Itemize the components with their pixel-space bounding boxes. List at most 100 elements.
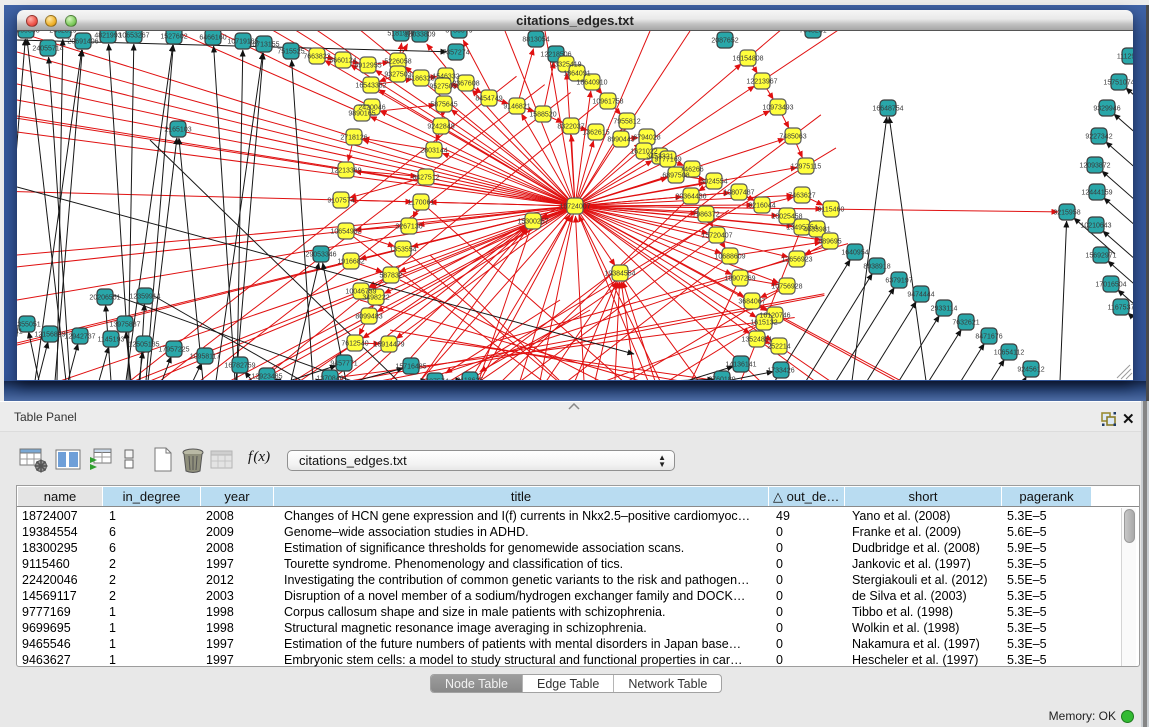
svg-text:15692971: 15692971 (1085, 253, 1116, 260)
svg-text:2462819: 2462819 (49, 31, 76, 35)
svg-text:6897508: 6897508 (662, 173, 689, 180)
svg-text:13524851: 13524851 (741, 337, 772, 344)
svg-text:16648754: 16648754 (872, 106, 903, 113)
svg-text:15720407: 15720407 (701, 233, 732, 240)
svg-text:29053346: 29053346 (305, 252, 336, 259)
svg-text:1355051: 1355051 (17, 322, 41, 329)
svg-text:8471676: 8471676 (975, 334, 1002, 341)
svg-text:7632621: 7632621 (952, 320, 979, 327)
svg-text:24055714: 24055714 (32, 46, 63, 53)
svg-text:1370846: 1370846 (316, 376, 343, 381)
svg-text:9245612: 9245612 (1017, 367, 1044, 374)
svg-text:10210643: 10210643 (1080, 223, 1111, 230)
svg-text:12444159: 12444159 (1081, 190, 1112, 197)
svg-text:8216044: 8216044 (748, 203, 775, 210)
svg-text:16033809: 16033809 (404, 32, 435, 39)
svg-text:1145193: 1145193 (98, 337, 125, 344)
svg-text:17016504: 17016504 (1095, 282, 1126, 289)
svg-text:9329946: 9329946 (1093, 106, 1120, 113)
svg-text:3684067: 3684067 (738, 299, 765, 306)
svg-text:7986372: 7986372 (692, 212, 719, 219)
svg-text:10025458: 10025458 (771, 214, 802, 221)
svg-text:16914479: 16914479 (373, 342, 404, 349)
svg-text:7515525: 7515525 (277, 49, 304, 56)
svg-text:9777169: 9777169 (654, 157, 681, 164)
svg-text:8099483: 8099483 (355, 314, 382, 321)
svg-text:3915141: 3915141 (17, 329, 23, 336)
svg-text:8938918: 8938918 (863, 264, 890, 271)
svg-text:14136141: 14136141 (725, 362, 756, 369)
svg-text:252214: 252214 (767, 344, 790, 351)
svg-text:9890165: 9890165 (348, 111, 375, 118)
svg-text:10654932: 10654932 (330, 229, 361, 236)
svg-text:20691406: 20691406 (67, 39, 98, 46)
svg-text:9107574: 9107574 (327, 198, 354, 205)
svg-text:7663822: 7663822 (303, 54, 330, 61)
svg-text:12505135: 12505135 (128, 342, 159, 349)
svg-text:13325419: 13325419 (550, 62, 581, 69)
svg-text:1864091: 1864091 (563, 71, 590, 78)
svg-text:1546332: 1546332 (432, 74, 459, 81)
svg-text:10807487: 10807487 (723, 190, 754, 197)
svg-text:7612540: 7612540 (341, 341, 368, 348)
svg-text:9146821: 9146821 (503, 104, 530, 111)
svg-text:16154808: 16154808 (732, 56, 763, 63)
svg-text:3786579: 3786579 (445, 31, 472, 35)
svg-text:5226058: 5226058 (384, 59, 411, 66)
svg-text:5875645: 5875645 (430, 102, 457, 109)
svg-text:6466160: 6466160 (199, 35, 226, 42)
svg-text:20364436: 20364436 (675, 194, 706, 201)
svg-text:3498222: 3498222 (362, 295, 389, 302)
svg-text:2367608: 2367608 (452, 81, 479, 88)
svg-text:10756928: 10756928 (771, 284, 802, 291)
svg-text:10961758: 10961758 (592, 99, 623, 106)
svg-text:1167537: 1167537 (1108, 305, 1133, 312)
svg-text:16713155: 16713155 (248, 42, 279, 49)
svg-text:8454749: 8454749 (475, 96, 502, 103)
svg-text:1362615: 1362615 (582, 130, 609, 137)
svg-text:9115460: 9115460 (818, 207, 845, 214)
svg-text:10973493: 10973493 (762, 105, 793, 112)
svg-text:15300257: 15300257 (517, 219, 548, 226)
svg-text:7955812: 7955812 (613, 119, 640, 126)
svg-text:10654112: 10654112 (994, 350, 1025, 357)
svg-text:9118625: 9118625 (457, 378, 484, 381)
svg-text:12093872: 12093872 (1079, 163, 1110, 170)
svg-text:1527602: 1527602 (160, 34, 187, 41)
svg-text:10958117: 10958117 (190, 354, 221, 361)
svg-text:1640954: 1640954 (841, 250, 868, 257)
svg-text:9474444: 9474444 (907, 292, 934, 299)
svg-text:9457771: 9457771 (330, 361, 357, 368)
svg-text:18640910: 18640910 (576, 80, 607, 87)
svg-text:3024554: 3024554 (700, 179, 727, 186)
svg-text:10688609: 10688609 (714, 254, 745, 261)
svg-text:3267130: 3267130 (395, 224, 422, 231)
svg-text:7485063: 7485063 (779, 134, 806, 141)
svg-text:7543231: 7543231 (799, 31, 826, 35)
svg-text:1615132: 1615132 (750, 320, 777, 327)
svg-text:19384554: 19384554 (604, 271, 635, 278)
svg-text:2803144: 2803144 (420, 148, 447, 155)
svg-text:12218506: 12218506 (540, 52, 571, 59)
svg-text:12156829: 12156829 (34, 332, 65, 339)
svg-text:1353554: 1353554 (389, 247, 416, 254)
svg-text:12975115: 12975115 (791, 164, 822, 171)
svg-text:17957225: 17957225 (158, 347, 189, 354)
svg-text:8427512: 8427512 (412, 175, 439, 182)
svg-text:6794028: 6794028 (633, 135, 660, 142)
svg-text:20206551: 20206551 (89, 295, 120, 302)
svg-text:8912955: 8912955 (354, 63, 381, 70)
svg-text:1733426: 1733426 (767, 368, 794, 375)
svg-text:7357274: 7357274 (442, 50, 469, 57)
svg-text:9960308: 9960308 (17, 31, 40, 35)
svg-text:1112905: 1112905 (1117, 54, 1133, 61)
svg-text:12359914: 12359914 (129, 294, 160, 301)
svg-text:8660124: 8660124 (329, 58, 356, 65)
svg-text:2165103: 2165103 (164, 127, 191, 134)
svg-text:3215958: 3215958 (1053, 210, 1080, 217)
svg-text:587832: 587832 (379, 273, 402, 280)
svg-text:12942737: 12942737 (64, 334, 95, 341)
svg-text:889695: 889695 (818, 239, 841, 246)
svg-text:16782759: 16782759 (224, 363, 255, 370)
svg-text:13975887: 13975887 (109, 322, 140, 329)
